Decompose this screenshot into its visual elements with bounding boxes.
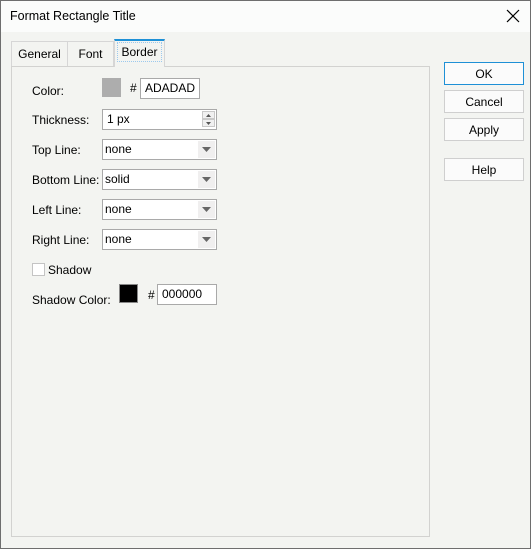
shadow-color-hash: # — [148, 288, 155, 302]
chevron-down-icon — [202, 177, 211, 182]
thickness-label: Thickness: — [32, 113, 90, 127]
bottom-line-dropdown-button[interactable] — [198, 171, 215, 188]
spin-up-button[interactable] — [202, 111, 215, 119]
close-button[interactable] — [504, 7, 522, 25]
spin-down-button[interactable] — [202, 119, 215, 127]
apply-button[interactable]: Apply — [444, 118, 524, 141]
arrow-down-icon — [206, 121, 211, 125]
tab-font[interactable]: Font — [67, 41, 114, 66]
top-line-dropdown-button[interactable] — [198, 141, 215, 158]
shadow-color-swatch[interactable] — [119, 284, 138, 303]
help-button[interactable]: Help — [444, 158, 524, 181]
arrow-up-icon — [206, 113, 211, 117]
right-line-label: Right Line: — [32, 233, 90, 247]
title-bar: Format Rectangle Title — [1, 1, 530, 32]
top-line-select[interactable]: none — [102, 139, 217, 160]
tab-general[interactable]: General — [11, 41, 68, 66]
format-rectangle-title-dialog: Format Rectangle Title General Font Bord… — [0, 0, 531, 549]
shadow-label[interactable]: Shadow — [48, 263, 91, 277]
bottom-line-select[interactable]: solid — [102, 169, 217, 190]
left-line-dropdown-button[interactable] — [198, 201, 215, 218]
color-swatch[interactable] — [102, 78, 121, 97]
right-line-select[interactable]: none — [102, 229, 217, 250]
thickness-value: 1 px — [107, 112, 130, 126]
top-line-value: none — [105, 142, 132, 156]
cancel-button[interactable]: Cancel — [444, 90, 524, 113]
right-line-value: none — [105, 232, 132, 246]
tab-font-label: Font — [78, 47, 103, 61]
left-line-label: Left Line: — [32, 203, 82, 217]
tab-border-label: Border — [117, 42, 162, 62]
color-label: Color: — [32, 84, 65, 98]
color-hash: # — [130, 81, 137, 95]
chevron-down-icon — [202, 207, 211, 212]
thickness-spinner[interactable] — [202, 111, 215, 128]
left-line-select[interactable]: none — [102, 199, 217, 220]
chevron-down-icon — [202, 237, 211, 242]
bottom-line-value: solid — [105, 172, 130, 186]
right-line-dropdown-button[interactable] — [198, 231, 215, 248]
shadow-color-label: Shadow Color: — [32, 293, 111, 307]
bottom-line-label: Bottom Line: — [32, 173, 100, 187]
ok-button[interactable]: OK — [444, 62, 524, 85]
tab-general-label: General — [18, 47, 61, 61]
chevron-down-icon — [202, 147, 211, 152]
dialog-title: Format Rectangle Title — [10, 9, 136, 23]
shadow-checkbox[interactable] — [32, 263, 45, 276]
thickness-input[interactable]: 1 px — [102, 109, 217, 130]
left-line-value: none — [105, 202, 132, 216]
tab-border[interactable]: Border — [114, 39, 165, 67]
shadow-color-hex-input[interactable]: 000000 — [157, 284, 217, 305]
top-line-label: Top Line: — [32, 143, 81, 157]
close-x-icon — [506, 9, 520, 23]
color-hex-input[interactable]: ADADAD — [140, 78, 200, 99]
